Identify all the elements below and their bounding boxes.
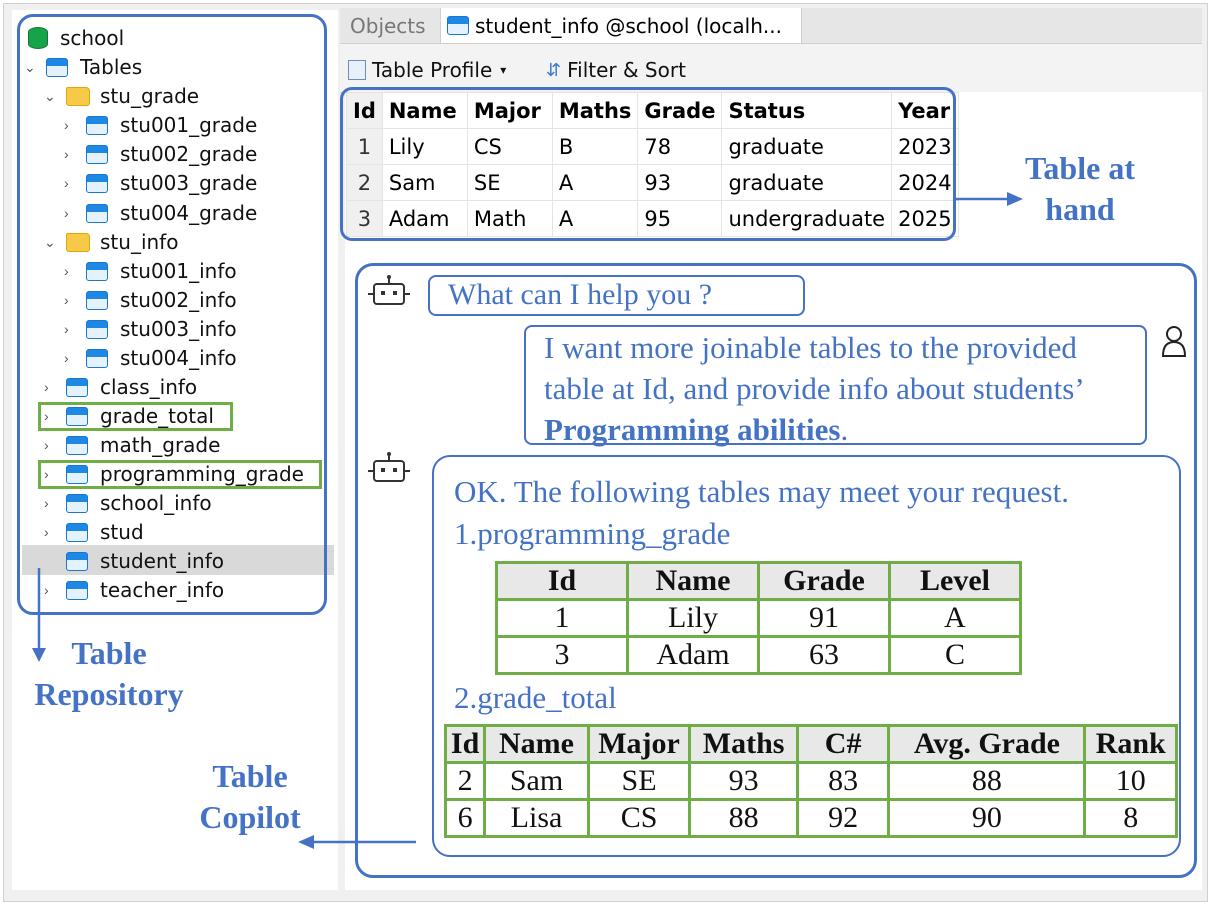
user-message-bubble: I want more joinable tables to the provi… <box>524 325 1147 447</box>
table-row: 3 Adam 63 C <box>495 635 1022 675</box>
result2-table: Id Name Major Maths C# Avg. Grade Rank 2… <box>443 724 1178 838</box>
column-header: Major <box>586 724 692 764</box>
column-header: C# <box>795 724 891 764</box>
table-row: 2 Sam SE 93 83 88 10 <box>443 761 1178 801</box>
filter-sort-button[interactable]: ⇵ Filter & Sort <box>546 56 686 84</box>
column-header: Avg. Grade <box>887 724 1087 764</box>
result1-header-row: Id Name Grade Level <box>495 561 1022 601</box>
column-header: Id <box>495 561 629 601</box>
table-copilot-label: Table Copilot <box>199 758 301 835</box>
column-header: Maths <box>688 724 799 764</box>
filter-sort-icon: ⇵ <box>546 59 562 81</box>
tab-objects[interactable]: Objects <box>350 8 426 43</box>
result1-title: 1.programming_grade <box>454 516 731 551</box>
table-repository-box <box>17 14 327 615</box>
bot-reply-text: OK. The following tables may meet your r… <box>454 474 1069 509</box>
column-header: Grade <box>757 561 891 601</box>
bot-greeting-bubble: What can I help you ? <box>428 275 805 316</box>
column-header: Rank <box>1083 724 1178 764</box>
column-header: Name <box>626 561 760 601</box>
result2-title: 2.grade_total <box>454 680 617 715</box>
table-row: 6 Lisa CS 88 92 90 8 <box>443 798 1178 838</box>
table-profile-button[interactable]: Table Profile ▾ <box>348 56 506 84</box>
tab-student-info[interactable]: student_info @school (localh... <box>440 8 802 43</box>
table-icon <box>447 16 469 35</box>
column-header: Level <box>888 561 1022 601</box>
column-header: Id <box>443 724 487 764</box>
table-at-hand-label: Table at hand <box>1025 150 1135 227</box>
result2-header-row: Id Name Major Maths C# Avg. Grade Rank <box>443 724 1178 764</box>
user-icon <box>1161 326 1187 357</box>
robot-icon <box>368 275 410 305</box>
robot-icon <box>368 452 410 482</box>
result1-table: Id Name Grade Level 1 Lily 91 A 3 Adam 6… <box>495 561 1022 675</box>
table-at-hand-box <box>340 87 956 241</box>
dropdown-caret-icon: ▾ <box>500 63 507 77</box>
column-header: Name <box>483 724 590 764</box>
table-repository-label: Table Repository <box>34 635 184 712</box>
table-row: 1 Lily 91 A <box>495 598 1022 638</box>
table-profile-icon <box>348 60 366 80</box>
